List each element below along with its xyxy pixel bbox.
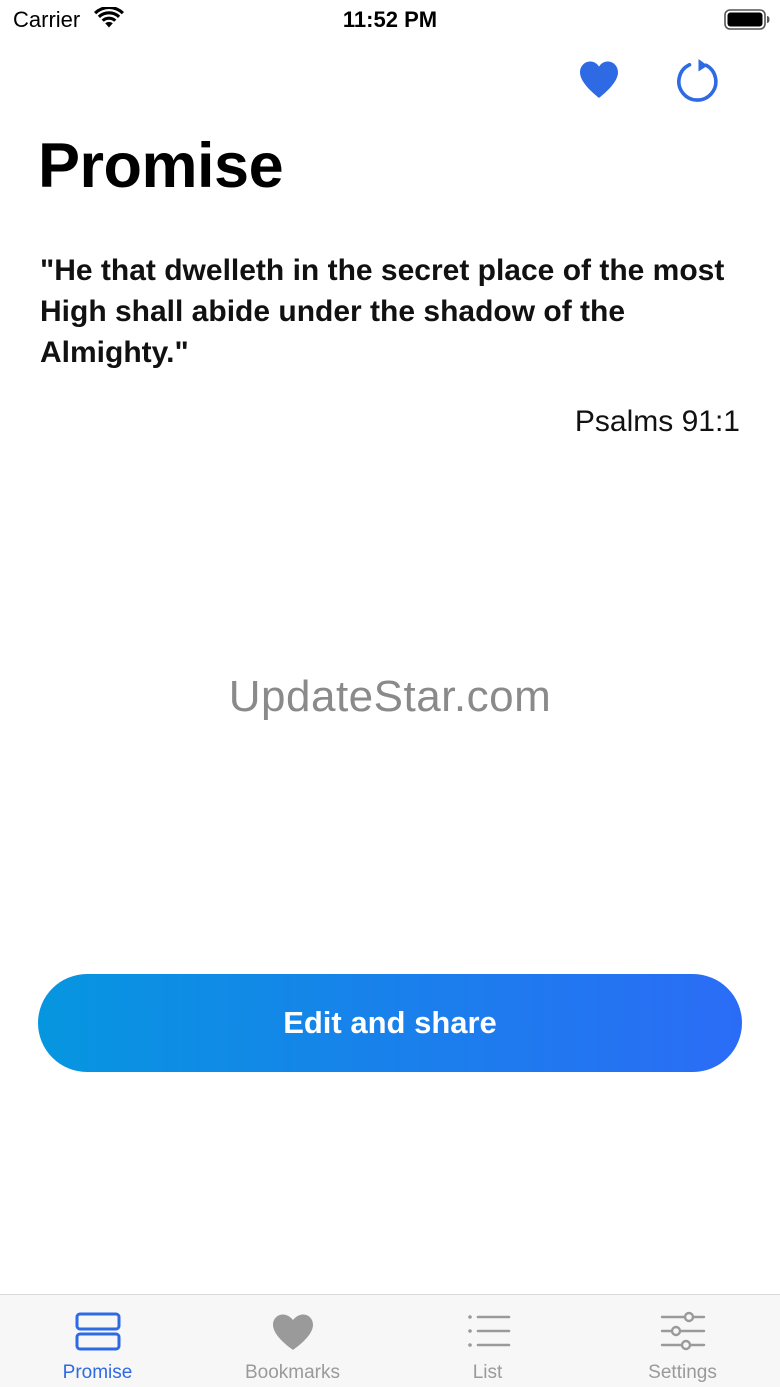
tab-settings[interactable]: Settings xyxy=(585,1295,780,1387)
status-time: 11:52 PM xyxy=(342,7,438,32)
sliders-icon xyxy=(660,1311,705,1351)
page-title: Promise xyxy=(38,131,284,201)
tab-bookmarks[interactable]: Bookmarks xyxy=(195,1295,390,1387)
list-icon xyxy=(467,1315,510,1347)
tab-label-promise: Promise xyxy=(62,1362,133,1383)
tab-label-bookmarks: Bookmarks xyxy=(244,1362,341,1383)
app-screen: Carrier 11:52 PM Promise "He that dwelle… xyxy=(0,0,780,1387)
bookmark-heart-icon[interactable] xyxy=(576,57,622,103)
heart-icon xyxy=(272,1314,313,1350)
status-bar: Carrier 11:52 PM xyxy=(0,0,780,40)
edit-and-share-button[interactable]: Edit and share xyxy=(38,974,742,1072)
tab-label-settings: Settings xyxy=(648,1362,717,1383)
cards-icon xyxy=(75,1312,120,1351)
battery-icon xyxy=(724,9,770,30)
verse-text: "He that dwelleth in the secret place of… xyxy=(40,254,725,369)
tab-label-list: List xyxy=(472,1362,503,1383)
verse-reference: Psalms 91:1 xyxy=(574,405,740,438)
watermark: UpdateStar.com xyxy=(228,672,552,721)
tab-list[interactable]: List xyxy=(390,1295,585,1387)
refresh-icon[interactable] xyxy=(676,57,722,103)
tab-promise[interactable]: Promise xyxy=(0,1295,195,1387)
tab-bar: Promise Bookmarks List Settings xyxy=(0,1294,780,1387)
